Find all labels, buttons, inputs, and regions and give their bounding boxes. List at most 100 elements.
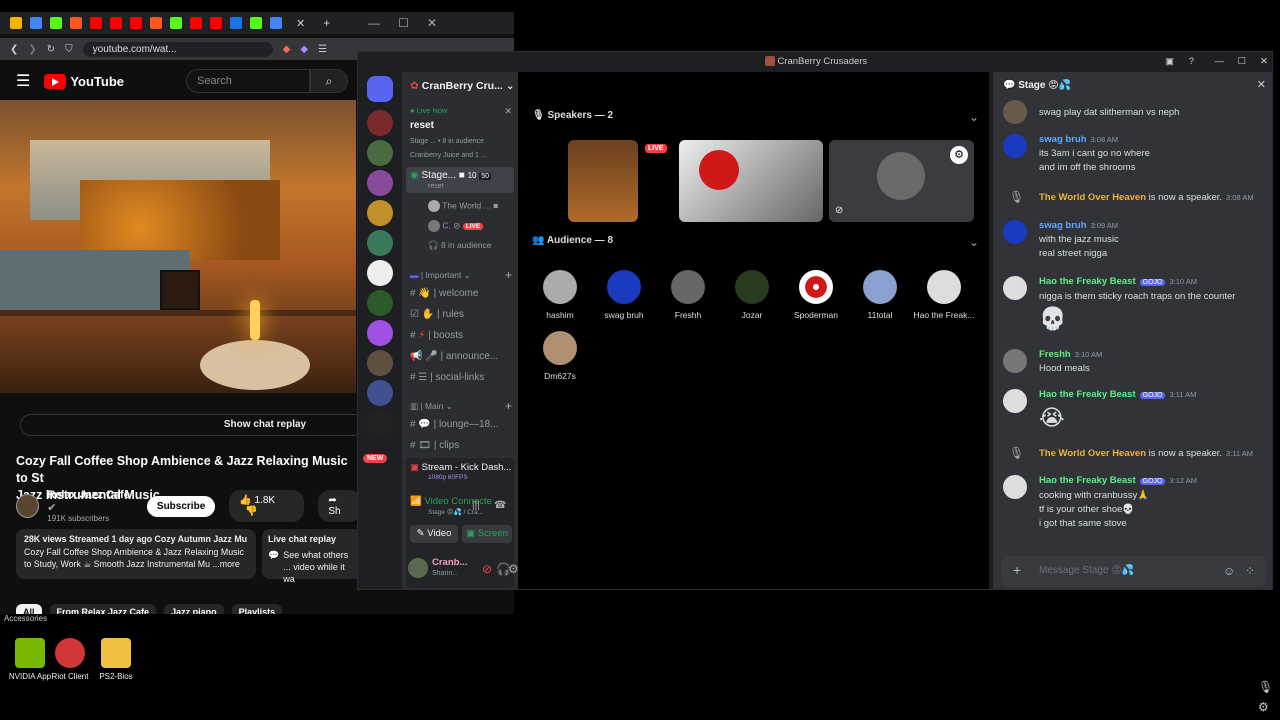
tab-favicon[interactable] xyxy=(210,17,222,29)
tab-favicon[interactable] xyxy=(70,17,82,29)
server-icon[interactable] xyxy=(367,290,393,316)
channel-welcome[interactable]: # 👋 | welcome xyxy=(410,288,478,299)
reload-icon[interactable]: ↻ xyxy=(47,44,55,55)
category-main[interactable]: ▥ | Main ⌄ xyxy=(410,401,453,412)
stage-speaker[interactable]: The World ... ■ xyxy=(428,200,498,212)
discord-home-icon[interactable] xyxy=(367,76,393,102)
close-chat-icon[interactable]: ✕ xyxy=(1257,78,1266,91)
server-icon[interactable] xyxy=(367,200,393,226)
new-tab-icon[interactable]: + xyxy=(323,16,330,30)
avatar[interactable] xyxy=(1003,349,1027,373)
close-window-icon[interactable]: ✕ xyxy=(1260,52,1268,72)
forward-icon[interactable]: ❯ xyxy=(28,44,36,55)
message-author[interactable]: swag bruh xyxy=(1039,220,1087,231)
tab-favicon[interactable] xyxy=(130,17,142,29)
thumbs-down-icon[interactable]: 👎 xyxy=(245,506,257,517)
server-icon[interactable] xyxy=(367,230,393,256)
server-icon[interactable] xyxy=(367,350,393,376)
channel-clips[interactable]: # 🎞 | clips xyxy=(410,440,459,451)
bookmark-icon[interactable]: ⛉ xyxy=(65,44,73,55)
speaker-tile-avatar[interactable]: ⚙ ⊘ xyxy=(829,140,974,222)
extension-icon[interactable]: ◆ xyxy=(283,44,291,55)
channel-announcements[interactable]: 📢 🎤 | announce... xyxy=(410,351,498,362)
avatar[interactable] xyxy=(1003,220,1027,244)
mic-muted-icon[interactable]: ⊘ xyxy=(482,562,492,576)
close-window-icon[interactable]: ✕ xyxy=(427,16,437,30)
chevron-down-icon[interactable]: ⌄ xyxy=(969,110,979,124)
add-attachment-icon[interactable]: + xyxy=(1013,562,1021,578)
speaker-tile-camera[interactable] xyxy=(679,140,823,222)
avatar[interactable] xyxy=(1003,100,1027,124)
server-icon[interactable] xyxy=(367,410,393,436)
server-name[interactable]: ✿ CranBerry Cru... ⌄ xyxy=(410,80,515,92)
speakers-header[interactable]: 🎙 Speakers — 2 xyxy=(532,110,613,121)
menu-icon[interactable]: ☰ xyxy=(318,44,327,55)
tab-favicon[interactable] xyxy=(10,17,22,29)
chip-from-channel[interactable]: From Relax Jazz Cafe xyxy=(49,604,157,614)
server-icon[interactable] xyxy=(367,320,393,346)
audience-member[interactable]: Freshh xyxy=(656,270,720,320)
search-icon[interactable]: ⌕ xyxy=(310,69,349,93)
microphone-tray-icon[interactable]: 🎙 xyxy=(1258,680,1273,694)
audience-member[interactable]: Dm627s xyxy=(528,331,592,381)
avatar[interactable] xyxy=(1003,389,1027,413)
audience-member[interactable]: Spoderman xyxy=(784,270,848,320)
like-button[interactable]: 👍 1.8K 👎 xyxy=(229,490,305,522)
video-player[interactable] xyxy=(0,100,356,393)
disconnect-icon[interactable]: ☎ xyxy=(494,500,506,511)
tab-favicon[interactable] xyxy=(50,17,62,29)
url-field[interactable]: youtube.com/wat... xyxy=(82,41,273,57)
channel-avatar[interactable] xyxy=(16,494,40,518)
chevron-down-icon[interactable]: ⌄ xyxy=(969,235,979,249)
channel-lounge[interactable]: # 💬 | lounge—18... xyxy=(410,419,498,430)
settings-icon[interactable]: ⚙ xyxy=(950,146,968,164)
audience-member[interactable]: Jozar xyxy=(720,270,784,320)
close-tab-icon[interactable]: ✕ xyxy=(296,17,305,30)
add-channel-icon[interactable]: + xyxy=(505,268,512,282)
apps-icon[interactable]: ⁘ xyxy=(1245,564,1255,578)
chip-all[interactable]: All xyxy=(16,604,42,614)
tab-favicon[interactable] xyxy=(250,17,262,29)
maximize-icon[interactable]: ☐ xyxy=(1237,52,1246,72)
server-icon[interactable] xyxy=(367,170,393,196)
tab-favicon[interactable] xyxy=(110,17,122,29)
message-author[interactable]: swag bruh xyxy=(1039,134,1087,145)
server-icon[interactable] xyxy=(367,380,393,406)
hamburger-icon[interactable]: ☰ xyxy=(16,71,30,91)
youtube-logo[interactable]: YouTube xyxy=(44,73,124,89)
minimize-icon[interactable]: — xyxy=(368,16,380,30)
audience-member[interactable]: swag bruh xyxy=(592,270,656,320)
share-button[interactable]: ➦ Sh xyxy=(318,490,362,522)
tab-favicon[interactable] xyxy=(170,17,182,29)
soundboard-icon[interactable]: ||| xyxy=(472,500,480,511)
screen-button[interactable]: ▣ Screen xyxy=(462,525,512,543)
audience-member[interactable]: Hao the Freak... xyxy=(912,270,976,320)
chip-jazz-piano[interactable]: Jazz piano xyxy=(164,604,224,614)
user-settings-icon[interactable]: ⚙ xyxy=(508,562,518,576)
tab-favicon[interactable] xyxy=(90,17,102,29)
system-user[interactable]: The World Over Heaven xyxy=(1039,448,1146,459)
message-author[interactable]: Freshh xyxy=(1039,349,1071,360)
channel-boosts[interactable]: # ⚡ | boosts xyxy=(410,330,463,341)
speaker-tile-stream[interactable] xyxy=(568,140,638,222)
subscribe-button[interactable]: Subscribe xyxy=(146,495,216,517)
avatar[interactable] xyxy=(1003,475,1027,499)
search-input[interactable]: Search xyxy=(186,69,311,93)
stage-speaker[interactable]: C. ⊘ LIVE xyxy=(428,220,484,232)
server-icon[interactable] xyxy=(367,110,393,136)
add-channel-icon[interactable]: + xyxy=(505,399,512,413)
desktop-icon-ps2bios[interactable]: PS2-Bios xyxy=(86,638,146,681)
message-author[interactable]: Hao the Freaky Beast xyxy=(1039,276,1136,287)
category-important[interactable]: ▬ | Important ⌄ xyxy=(410,270,471,281)
audience-member[interactable]: hashim xyxy=(528,270,592,320)
channel-name[interactable]: Relax Jazz Cafe xyxy=(47,489,130,501)
emoji-icon[interactable]: ☺ xyxy=(1223,564,1235,578)
help-icon[interactable]: ? xyxy=(1189,52,1194,72)
settings-tray-icon[interactable]: ⚙ xyxy=(1258,700,1269,714)
live-chat-replay-card[interactable]: Live chat replay 💬 See what others ... vi… xyxy=(262,529,362,584)
channel-rules[interactable]: ☑ ✋ | rules xyxy=(410,309,464,320)
minimize-icon[interactable]: — xyxy=(1215,52,1225,72)
tab-favicon[interactable] xyxy=(270,17,282,29)
channel-social-links[interactable]: # ☰ | social-links xyxy=(410,372,484,383)
tab-favicon[interactable] xyxy=(150,17,162,29)
